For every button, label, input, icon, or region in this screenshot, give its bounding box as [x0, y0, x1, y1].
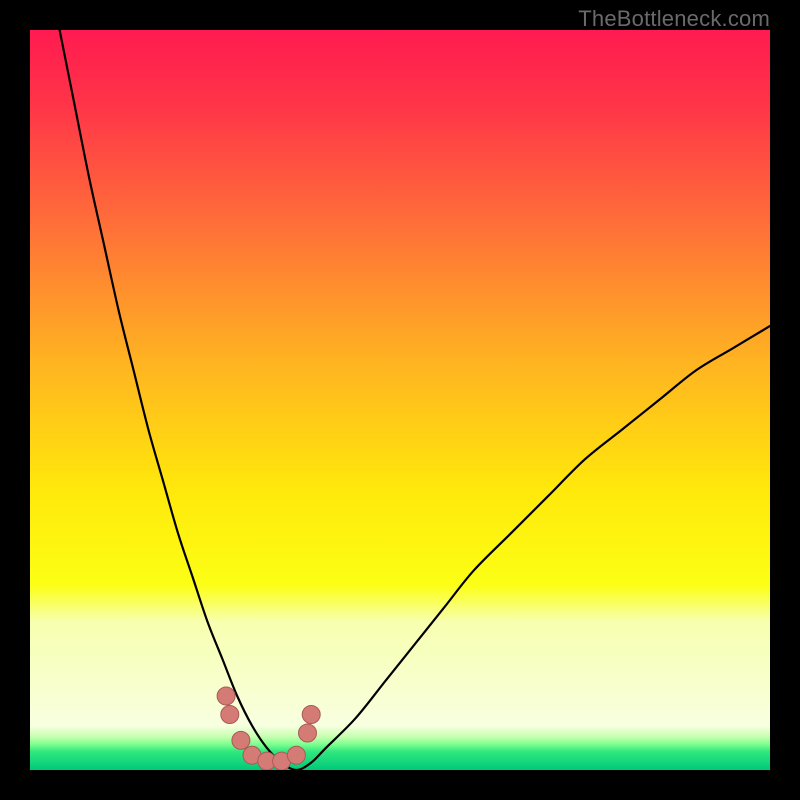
valley-marker [217, 687, 235, 705]
plot-area [30, 30, 770, 770]
watermark-text: TheBottleneck.com [578, 6, 770, 32]
valley-markers [217, 687, 320, 770]
valley-marker [287, 746, 305, 764]
valley-marker [299, 724, 317, 742]
curve-layer [30, 30, 770, 770]
valley-marker [302, 706, 320, 724]
bottleneck-curve [60, 30, 770, 770]
valley-marker [221, 706, 239, 724]
chart-frame: TheBottleneck.com [0, 0, 800, 800]
valley-marker [232, 731, 250, 749]
